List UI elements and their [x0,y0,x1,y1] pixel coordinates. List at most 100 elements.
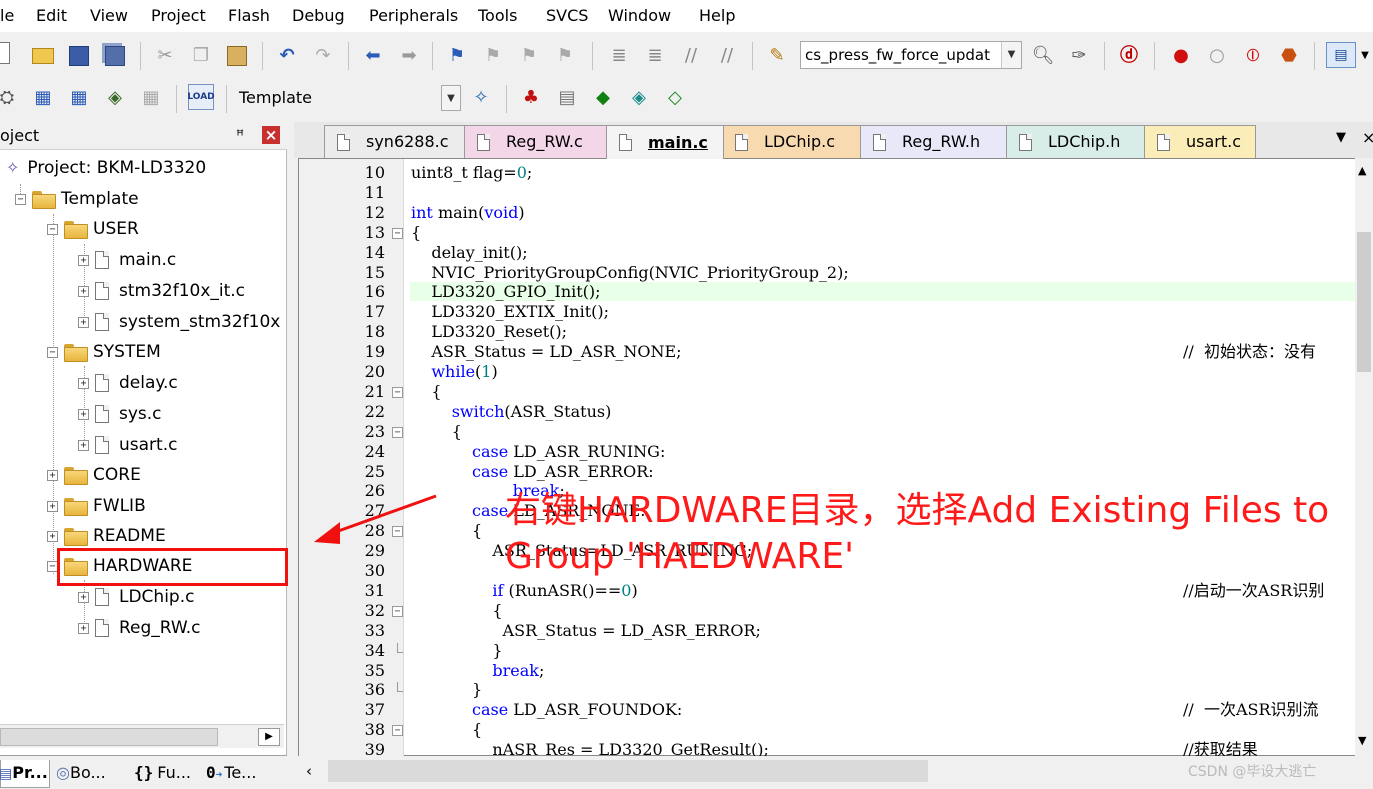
pin-icon[interactable]: ꟸ [236,122,244,150]
uncomment-icon[interactable]: // [714,43,740,69]
scroll-up-icon[interactable]: ▲ [1358,164,1366,177]
rebuild-icon[interactable]: ▦ [66,85,92,111]
debug-session-icon[interactable]: ⓓ [1116,43,1142,69]
batch-build-icon[interactable]: ◈ [102,85,128,111]
bookmark-icon[interactable]: ⚑ [444,43,470,69]
window-layout-icon[interactable]: ▤ [1326,42,1356,68]
bookmark-next-icon[interactable]: ⚑ [516,43,542,69]
tree-file-ldchip-c[interactable]: + LDChip.c [78,583,194,611]
menu-window[interactable]: Window [608,6,671,26]
tab-main-c-active[interactable]: main.c [606,125,724,159]
expand-icon[interactable]: + [78,408,89,420]
incremental-find-icon[interactable]: ✑ [1066,43,1092,69]
close-tab-icon[interactable]: × [1362,128,1373,147]
fold-collapse-icon[interactable]: − [392,386,403,398]
code-line[interactable]: switch(ASR_Status) [411,402,612,422]
tree-group-readme[interactable]: + README [47,522,166,550]
expand-icon[interactable]: + [47,530,58,542]
tab-books[interactable]: ◎Bo... [56,760,124,788]
code-line[interactable]: while(1) [411,362,497,382]
menu-flash[interactable]: Flash [228,6,270,26]
expand-icon[interactable]: + [78,591,89,603]
code-line[interactable]: { [411,720,482,740]
menu-help[interactable]: Help [699,6,735,26]
download-load-icon[interactable]: LOAD [187,84,215,110]
tab-templates[interactable]: 0➜ Te... [206,760,278,788]
tree-file-usart-c[interactable]: + usart.c [78,431,177,459]
expand-icon[interactable]: + [78,254,89,266]
code-line[interactable]: delay_init(); [411,243,527,263]
expand-icon[interactable]: + [78,285,89,297]
tree-file-stm32f10x-it-c[interactable]: + stm32f10x_it.c [78,277,245,305]
cut-icon[interactable]: ✂ [152,43,178,69]
tree-group-core[interactable]: + CORE [47,461,141,489]
code-line[interactable]: ASR_Status = LD_ASR_ERROR; [411,621,761,641]
code-line[interactable]: { [411,223,421,243]
tab-reg-rw-c[interactable]: Reg_RW.c [464,125,609,158]
panel-hscrollbar[interactable]: ▶ [0,724,284,748]
tree-group-fwlib[interactable]: + FWLIB [47,492,146,520]
undo-icon[interactable]: ↶ [274,43,300,69]
paste-icon[interactable] [224,43,250,69]
menu-debug[interactable]: Debug [292,6,345,26]
code-line[interactable]: ASR_Status = LD_ASR_NONE; [411,342,681,362]
expand-icon[interactable]: + [78,439,89,451]
expand-icon[interactable]: + [78,377,89,389]
tree-file-main-c[interactable]: + main.c [78,246,176,274]
collapse-icon[interactable]: − [47,223,58,235]
indent-icon[interactable]: ≣ [606,43,632,69]
breakpoint-clear-icon[interactable]: ⦶ [1240,43,1266,69]
hscroll-thumb[interactable] [328,760,928,782]
editor-vscrollbar[interactable]: ▲ ▼ [1355,158,1373,756]
breakpoint-icon[interactable]: ● [1168,43,1194,69]
menu-svcs[interactable]: SVCS [546,6,588,26]
build-icon[interactable]: ▦ [30,85,56,111]
menu-project[interactable]: Project [151,6,206,26]
manage-rte-icon[interactable]: ▤ [554,85,580,111]
tab-ldchip-h[interactable]: LDChip.h [1006,125,1146,158]
code-line[interactable]: NVIC_PriorityGroupConfig(NVIC_PriorityGr… [411,263,848,283]
translate-icon[interactable]: ⛭ [0,85,20,111]
collapse-icon[interactable]: − [15,193,26,205]
fold-collapse-icon[interactable]: − [392,725,403,737]
fold-collapse-icon[interactable]: − [392,605,403,617]
code-line[interactable]: case LD_ASR_RUNING: [411,442,665,462]
code-line[interactable]: LD3320_EXTIX_Init(); [411,302,609,322]
close-icon[interactable]: × [262,126,280,144]
tree-file-delay-c[interactable]: + delay.c [78,369,178,397]
code-line[interactable]: if (RunASR()==0) [411,581,637,601]
expand-icon[interactable]: + [47,469,58,481]
tree-file-system-stm32f10x[interactable]: + system_stm32f10x [78,308,280,336]
tree-target[interactable]: − Template [15,185,139,213]
bookmark-prev-icon[interactable]: ⚑ [480,43,506,69]
nav-forward-icon[interactable]: ➡ [396,43,422,69]
find-icon[interactable]: 🔍︎ [1030,43,1056,69]
code-line[interactable]: break; [411,661,544,681]
tab-syn6288-c[interactable]: syn6288.c [324,125,477,158]
scroll-right-icon[interactable]: ▶ [258,728,280,746]
tree-group-system[interactable]: − SYSTEM [47,338,161,366]
target-select[interactable]: Template ▼ [234,84,462,112]
scroll-down-icon[interactable]: ▼ [1358,734,1366,747]
code-editor[interactable]: 10 11 12 13−14 15 16 17 18 19 20 21−22 23−24 25 26 27 2… [298,158,1373,759]
chevron-down-icon[interactable]: ▼ [1358,43,1372,69]
save-icon[interactable] [66,43,92,69]
options-for-target-icon[interactable]: ✧ [468,85,494,111]
fold-collapse-icon[interactable]: − [392,227,403,239]
find-combo[interactable]: cs_press_fw_force_updat ▼ [800,41,1022,69]
manage-project-items-icon[interactable]: ♣ [518,85,544,111]
stop-build-icon[interactable]: ▦ [138,85,164,111]
nav-back-icon[interactable]: ⬅ [360,43,386,69]
unindent-icon[interactable]: ≣ [642,43,668,69]
open-folder-icon[interactable] [30,43,56,69]
menu-peripherals[interactable]: Peripherals [369,6,458,26]
code-line[interactable]: case LD_ASR_FOUNDOK: [411,700,682,720]
tree-file-reg-rw-c[interactable]: + Reg_RW.c [78,614,201,642]
tab-list-dropdown-icon[interactable]: ▼ [1336,130,1346,145]
code-line[interactable]: LD3320_Reset(); [411,322,567,342]
comment-icon[interactable]: // [678,43,704,69]
chevron-down-icon[interactable]: ▼ [441,85,461,111]
expand-icon[interactable]: + [78,622,89,634]
find-in-files-icon[interactable]: ✎ [764,43,790,69]
code-line[interactable]: case LD_ASR_ERROR: [411,462,654,482]
